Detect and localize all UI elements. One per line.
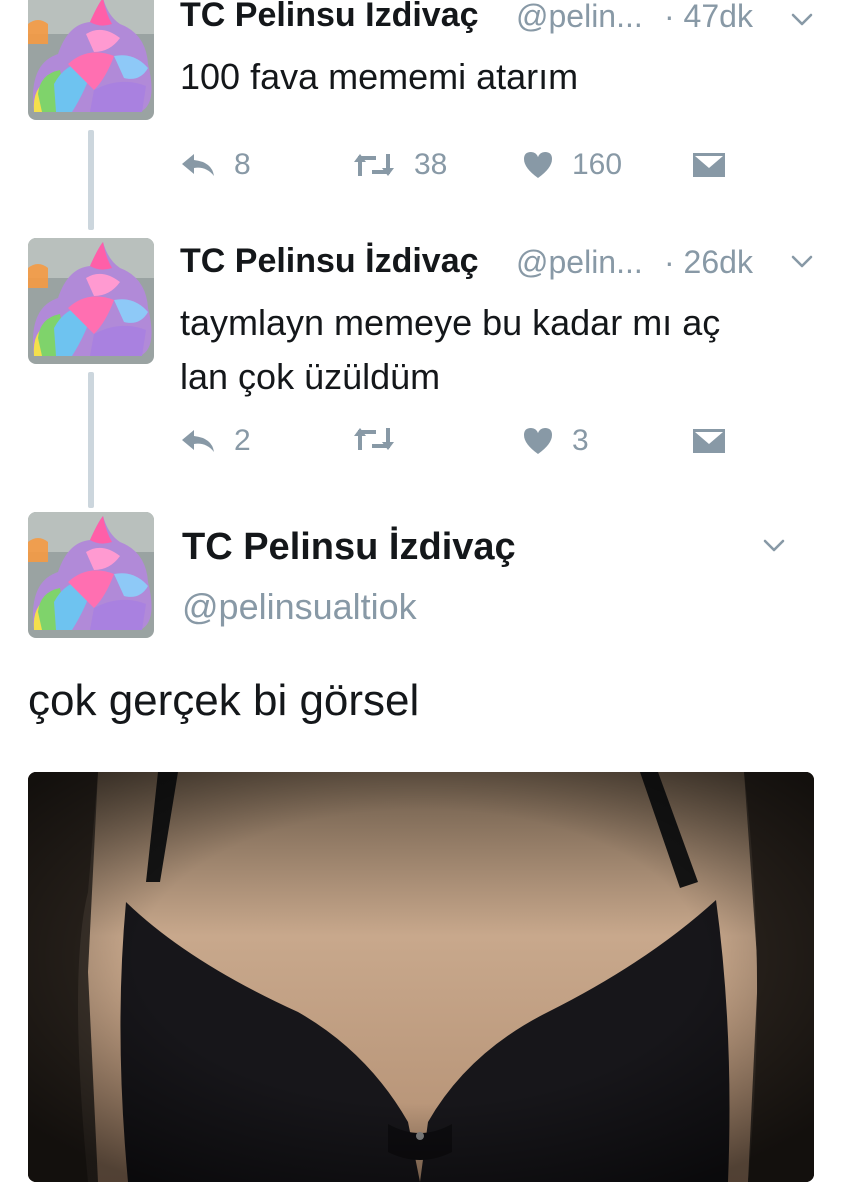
dm-icon: [693, 153, 725, 177]
author-name[interactable]: TC Pelinsu İzdivaç: [182, 526, 516, 569]
author-handle[interactable]: @pelin...: [516, 244, 643, 281]
thread-line: [88, 130, 94, 230]
author-name[interactable]: TC Pelinsu İzdivaç: [180, 242, 479, 281]
reply-icon: [182, 430, 214, 452]
tweet-text: 100 fava mememi atarım: [180, 56, 579, 97]
retweet-count: 38: [414, 148, 448, 181]
reply-button[interactable]: 8: [180, 148, 251, 182]
author-handle[interactable]: @pelinsualtiok: [182, 586, 417, 628]
reply-icon: [182, 154, 214, 176]
like-icon: [524, 428, 552, 454]
like-button[interactable]: 3: [522, 424, 589, 458]
like-count: 160: [572, 148, 623, 181]
dm-button[interactable]: [692, 426, 726, 456]
avatar[interactable]: [28, 0, 154, 120]
avatar[interactable]: [28, 512, 154, 638]
tweet-text: taymlayn memeye bu kadar mı aç lan çok ü…: [180, 296, 720, 404]
chevron-down-icon[interactable]: [790, 250, 814, 274]
chevron-down-icon[interactable]: [762, 534, 786, 558]
like-button[interactable]: 160: [522, 148, 622, 182]
reply-button[interactable]: 2: [180, 424, 251, 458]
retweet-button[interactable]: 38: [352, 148, 447, 182]
author-name[interactable]: TC Pelinsu Izdivaç: [180, 0, 479, 35]
reply-count: 2: [234, 424, 251, 457]
like-count: 3: [572, 424, 589, 457]
tweet-time[interactable]: · 47dk: [664, 0, 753, 35]
reply-count: 8: [234, 148, 251, 181]
tweet-text-line: lan çok üzüldüm: [180, 356, 441, 397]
retweet-icon: [354, 428, 394, 450]
tweet-time[interactable]: · 26dk: [664, 244, 753, 281]
retweet-button[interactable]: [352, 424, 414, 454]
dm-button[interactable]: [692, 150, 726, 180]
chevron-down-icon[interactable]: [790, 8, 814, 32]
author-handle[interactable]: @pelin...: [516, 0, 643, 35]
tweet-text-line: taymlayn memeye bu kadar mı aç: [180, 302, 721, 343]
attached-photo[interactable]: [28, 772, 814, 1182]
thread-line: [88, 372, 94, 508]
avatar[interactable]: [28, 238, 154, 364]
like-icon: [524, 152, 552, 178]
retweet-icon: [354, 154, 394, 176]
dm-icon: [693, 429, 725, 453]
tweet-text: çok gerçek bi görsel: [28, 676, 420, 725]
